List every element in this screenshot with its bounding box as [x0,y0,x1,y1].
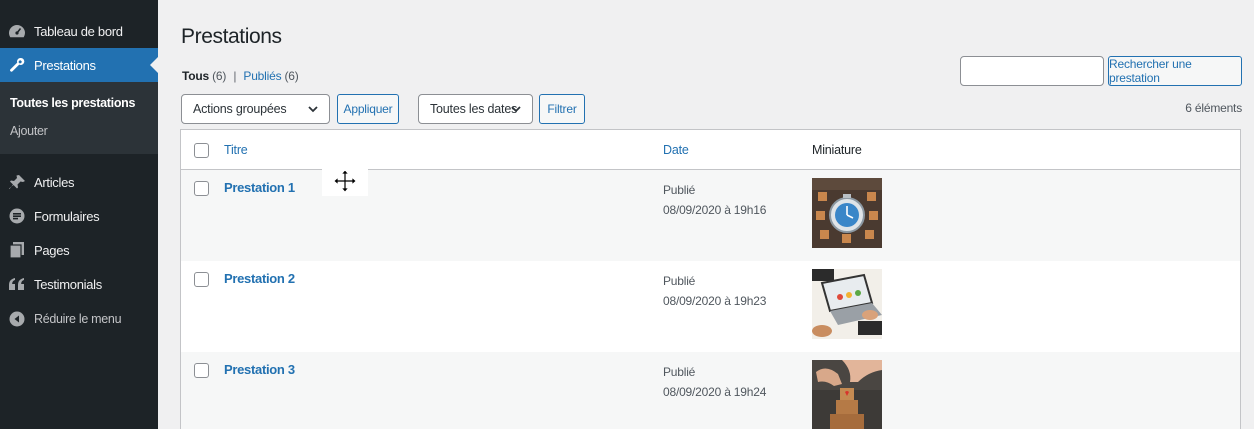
move-cursor-icon [322,166,368,196]
sidebar-item-dashboard[interactable]: Tableau de bord [0,14,158,48]
sidebar-item-label: Tableau de bord [34,23,123,39]
row-date: 08/09/2020 à 19h16 [663,203,767,217]
filter-separator: | [233,69,237,83]
row-checkbox[interactable] [194,363,209,378]
filter-all-link[interactable]: Tous [182,69,209,83]
sidebar-item-label: Pages [34,242,70,258]
submenu-item-add[interactable]: Ajouter [10,124,48,138]
row-date: 08/09/2020 à 19h23 [663,294,767,308]
quote-icon [0,278,34,290]
status-filter-links: Tous (6) | Publiés (6) [182,69,299,83]
table-row: Prestation 2 Publié 08/09/2020 à 19h23 [181,261,1240,352]
row-status: Publié [663,274,696,288]
collapse-menu-button[interactable]: Réduire le menu [0,302,158,336]
laptop-marketing-image[interactable] [812,269,882,339]
search-button[interactable]: Rechercher une prestation [1108,56,1242,86]
pages-icon [0,242,34,258]
row-date: 08/09/2020 à 19h24 [663,385,767,399]
active-indicator [150,57,158,73]
dates-select[interactable]: Toutes les dates [418,94,533,124]
wrench-icon [0,57,34,73]
search-input[interactable] [960,56,1104,86]
sidebar-item-pages[interactable]: Pages [0,233,158,267]
select-all-checkbox[interactable] [194,143,209,158]
blocks-hand-image[interactable] [812,360,882,429]
row-status: Publié [663,365,696,379]
pushpin-icon [0,174,34,190]
column-title-header[interactable]: Titre [224,143,248,157]
sidebar-item-forms[interactable]: Formulaires [0,199,158,233]
collapse-icon [0,311,34,327]
table-row: Prestation 3 Publié 08/09/2020 à 19h24 [181,352,1240,429]
sidebar-item-articles[interactable]: Articles [0,165,158,199]
sidebar-submenu: Toutes les prestations Ajouter [0,82,158,154]
sidebar-item-label: Formulaires [34,208,100,224]
chevron-down-icon [510,103,522,118]
row-checkbox[interactable] [194,272,209,287]
row-title-link[interactable]: Prestation 3 [224,362,295,377]
submenu-item-all[interactable]: Toutes les prestations [10,96,135,110]
sidebar-item-label: Testimonials [34,276,102,292]
bulk-actions-select[interactable]: Actions groupées [181,94,330,124]
sidebar-item-label: Prestations [34,57,96,73]
apply-button[interactable]: Appliquer [337,94,399,124]
clock-image[interactable] [812,178,882,248]
sidebar-item-label: Réduire le menu [34,312,122,326]
column-thumbnail-header: Miniature [812,143,862,157]
dates-value: Toutes les dates [430,102,518,116]
row-date-cell: Publié 08/09/2020 à 19h16 [663,180,766,220]
filter-button[interactable]: Filtrer [539,94,585,124]
sidebar-item-label: Articles [34,174,75,190]
forms-icon [0,208,34,224]
row-date-cell: Publié 08/09/2020 à 19h23 [663,271,766,311]
chevron-down-icon [307,103,319,118]
filter-published-link[interactable]: Publiés [243,69,281,83]
row-title-link[interactable]: Prestation 1 [224,180,295,195]
row-title-link[interactable]: Prestation 2 [224,271,295,286]
row-checkbox[interactable] [194,181,209,196]
sidebar-item-prestations[interactable]: Prestations [0,48,158,82]
filter-published-count: (6) [284,69,299,83]
row-status: Publié [663,183,696,197]
sidebar-item-testimonials[interactable]: Testimonials [0,267,158,301]
bulk-actions-value: Actions groupées [193,102,287,116]
table-header: Titre Date Miniature [181,130,1240,170]
row-date-cell: Publié 08/09/2020 à 19h24 [663,362,766,402]
page-title: Prestations [181,25,282,48]
filter-all-count: (6) [212,69,227,83]
column-date-header[interactable]: Date [663,143,689,157]
items-count: 6 éléments [1185,101,1242,115]
dashboard-icon [0,24,34,38]
admin-sidebar: Tableau de bord Prestations Toutes les p… [0,0,158,429]
